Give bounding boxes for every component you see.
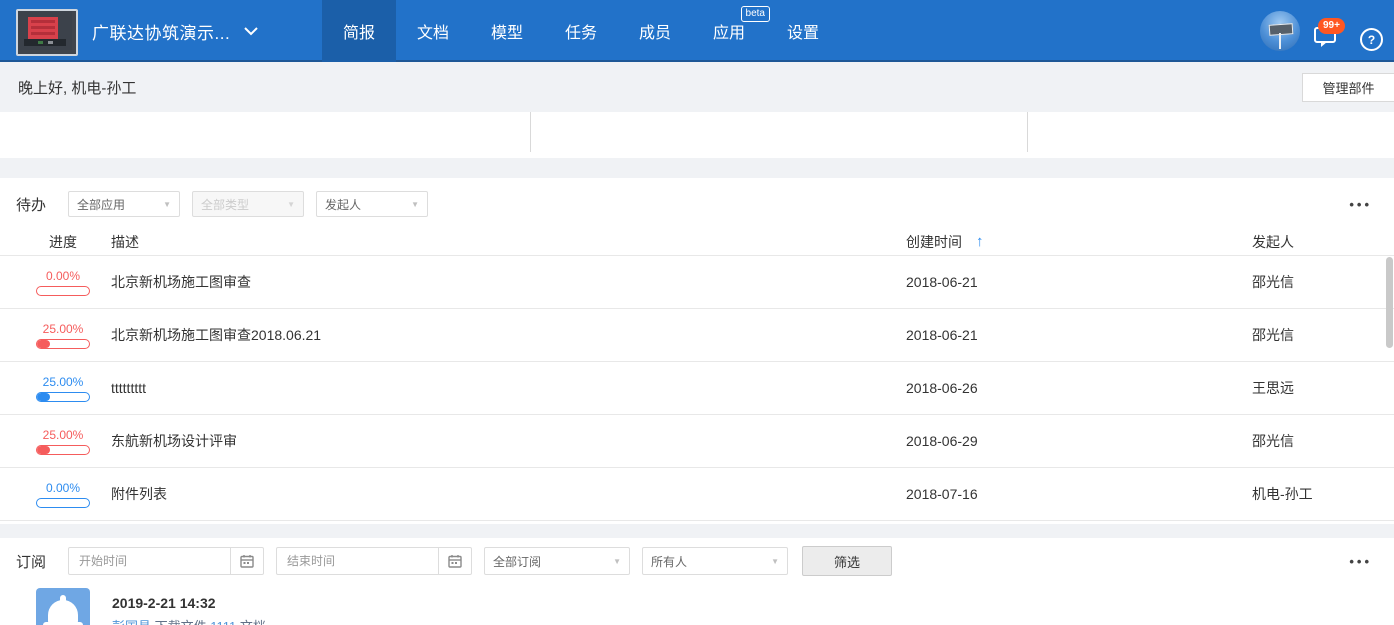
task-description[interactable]: 东航新机场设计评审 [111, 431, 906, 451]
filter-all-apps[interactable]: 全部应用▼ [68, 191, 180, 217]
help-icon[interactable]: ? [1360, 28, 1383, 51]
subscription-panel: 订阅 全部订阅▼ 所有人▼ 筛选 ••• [0, 538, 1394, 625]
start-date-input[interactable] [69, 548, 230, 574]
task-initiator: 邵光信 [1238, 431, 1394, 451]
user-avatar[interactable] [1260, 11, 1300, 51]
task-description[interactable]: ttttttttt [111, 380, 906, 396]
progress-indicator: 25.00% [36, 375, 90, 402]
project-name[interactable]: 广联达协筑演示... [92, 0, 230, 62]
message-count-badge: 99+ [1318, 18, 1345, 34]
feed-line: 彭国昌 下载文件 1111 文档 [112, 616, 266, 625]
sort-ascending-icon[interactable]: ↑ [976, 233, 984, 250]
col-progress: 进度 [36, 232, 90, 252]
project-logo[interactable] [16, 9, 78, 56]
end-date-input[interactable] [277, 548, 438, 574]
chevron-down-icon: ▼ [411, 200, 419, 209]
stat-cards-strip [0, 112, 1394, 158]
task-description[interactable]: 附件列表 [111, 484, 906, 504]
table-row[interactable]: 0.00% 附件列表 2018-07-16 机电-孙工 [0, 468, 1394, 521]
filter-everyone[interactable]: 所有人▼ [642, 547, 788, 575]
table-row[interactable]: 25.00% ttttttttt 2018-06-26 王思远 [0, 362, 1394, 415]
task-initiator: 机电-孙工 [1238, 484, 1394, 504]
progress-indicator: 0.00% [36, 269, 90, 296]
feed-text: 文档 [240, 619, 266, 625]
table-row[interactable]: 25.00% 东航新机场设计评审 2018-06-29 邵光信 [0, 415, 1394, 468]
subscription-title: 订阅 [16, 551, 46, 572]
app-window: 广联达协筑演示... 简报 文档 模型 任务 成员 应用 beta 设置 99+… [0, 0, 1394, 625]
nav-tabs: 简报 文档 模型 任务 成员 应用 beta 设置 [322, 0, 840, 62]
progress-indicator: 0.00% [36, 481, 90, 508]
feed-timestamp: 2019-2-21 14:32 [112, 595, 216, 611]
progress-indicator: 25.00% [36, 428, 90, 455]
task-initiator: 王思远 [1238, 378, 1394, 398]
task-description[interactable]: 北京新机场施工图审查2018.06.21 [111, 325, 906, 345]
todo-more-menu[interactable]: ••• [1349, 197, 1378, 212]
col-description: 描述 [111, 232, 906, 252]
card-divider [530, 112, 531, 152]
progress-bar [36, 339, 90, 349]
todo-title: 待办 [16, 194, 46, 215]
todo-panel: 待办 全部应用▼ 全部类型▼ 发起人▼ ••• 进度 描述 创建时间 ↑ 发起人… [0, 178, 1394, 524]
feed-text: 下载文件 [155, 619, 211, 625]
calendar-icon[interactable] [230, 548, 263, 574]
top-navbar: 广联达协筑演示... 简报 文档 模型 任务 成员 应用 beta 设置 99+… [0, 0, 1394, 62]
greeting-bar: 晚上好, 机电-孙工 [0, 62, 1394, 112]
table-row[interactable]: 25.00% 北京新机场施工图审查2018.06.21 2018-06-21 邵… [0, 309, 1394, 362]
subscription-header: 订阅 全部订阅▼ 所有人▼ 筛选 ••• [0, 538, 1394, 584]
feed-link[interactable]: 1111 [210, 619, 240, 625]
chevron-down-icon: ▼ [771, 557, 779, 566]
task-created: 2018-06-21 [906, 274, 1238, 290]
table-row[interactable]: 0.00% 北京新机场施工图审查 2018-06-21 邵光信 [0, 256, 1394, 309]
feed-user-avatar[interactable] [36, 588, 90, 625]
feed-link[interactable]: 彭国昌 [112, 619, 155, 625]
task-description[interactable]: 北京新机场施工图审查 [111, 272, 906, 292]
greeting-text: 晚上好, 机电-孙工 [18, 62, 136, 112]
filter-initiator[interactable]: 发起人▼ [316, 191, 428, 217]
chevron-down-icon: ▼ [163, 200, 171, 209]
vertical-scrollbar[interactable] [1386, 257, 1393, 348]
filter-all-types[interactable]: 全部类型▼ [192, 191, 304, 217]
tab-tasks[interactable]: 任务 [544, 0, 618, 62]
progress-bar [36, 286, 90, 296]
subscription-more-menu[interactable]: ••• [1349, 554, 1378, 569]
task-created: 2018-07-16 [906, 486, 1238, 502]
avatar-photo [1269, 23, 1294, 36]
todo-table-header: 进度 描述 创建时间 ↑ 发起人 [0, 228, 1394, 256]
tab-models[interactable]: 模型 [470, 0, 544, 62]
manage-parts-button[interactable]: 管理部件 [1302, 73, 1394, 102]
task-initiator: 邵光信 [1238, 272, 1394, 292]
filter-button[interactable]: 筛选 [802, 546, 892, 576]
tab-briefing[interactable]: 简报 [322, 0, 396, 62]
chevron-down-icon: ▼ [613, 557, 621, 566]
progress-bar [36, 445, 90, 455]
filter-all-subscriptions[interactable]: 全部订阅▼ [484, 547, 630, 575]
tab-settings[interactable]: 设置 [766, 0, 840, 62]
tab-apps[interactable]: 应用 beta [692, 0, 766, 62]
progress-bar [36, 498, 90, 508]
chevron-down-icon: ▼ [287, 200, 295, 209]
col-created: 创建时间 [906, 232, 962, 252]
end-date-field[interactable] [276, 547, 472, 575]
task-created: 2018-06-21 [906, 327, 1238, 343]
task-created: 2018-06-26 [906, 380, 1238, 396]
todo-header: 待办 全部应用▼ 全部类型▼ 发起人▼ ••• [0, 178, 1394, 228]
task-created: 2018-06-29 [906, 433, 1238, 449]
start-date-field[interactable] [68, 547, 264, 575]
tab-documents[interactable]: 文档 [396, 0, 470, 62]
col-initiator: 发起人 [1238, 232, 1394, 252]
progress-indicator: 25.00% [36, 322, 90, 349]
chevron-down-icon[interactable] [244, 0, 258, 62]
progress-bar [36, 392, 90, 402]
task-initiator: 邵光信 [1238, 325, 1394, 345]
calendar-icon[interactable] [438, 548, 471, 574]
card-divider [1027, 112, 1028, 152]
tab-members[interactable]: 成员 [618, 0, 692, 62]
